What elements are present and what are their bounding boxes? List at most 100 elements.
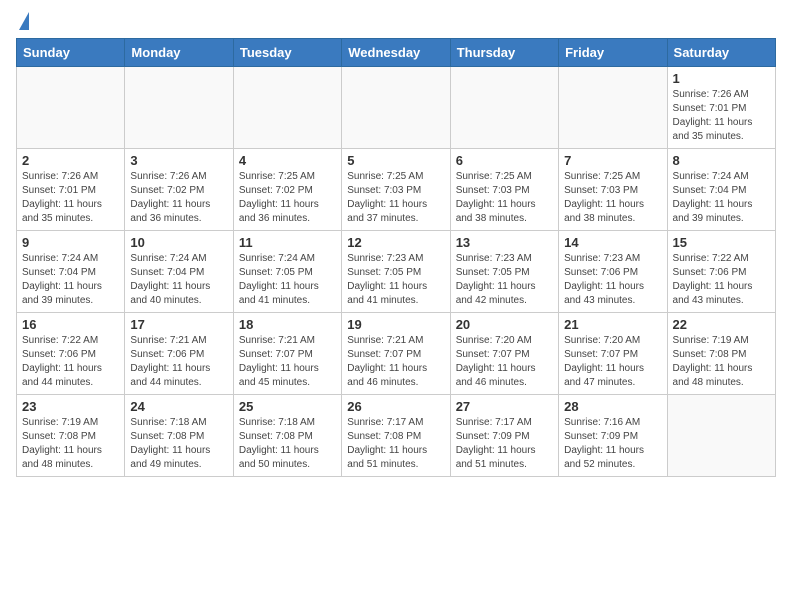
day-info: Sunrise: 7:19 AM Sunset: 7:08 PM Dayligh… [673, 334, 770, 390]
calendar-cell: 10 Sunrise: 7:24 AM Sunset: 7:04 PM Dayli… [125, 231, 233, 313]
calendar-cell: 14 Sunrise: 7:23 AM Sunset: 7:06 PM Dayli… [559, 231, 667, 313]
day-number: 23 [22, 399, 119, 414]
day-info: Sunrise: 7:24 AM Sunset: 7:05 PM Dayligh… [239, 252, 336, 308]
calendar-cell: 27 Sunrise: 7:17 AM Sunset: 7:09 PM Dayli… [450, 395, 558, 477]
day-info: Sunrise: 7:24 AM Sunset: 7:04 PM Dayligh… [673, 170, 770, 226]
day-number: 19 [347, 317, 444, 332]
day-number: 14 [564, 235, 661, 250]
day-number: 2 [22, 153, 119, 168]
day-number: 26 [347, 399, 444, 414]
day-info: Sunrise: 7:24 AM Sunset: 7:04 PM Dayligh… [22, 252, 119, 308]
calendar-cell: 1 Sunrise: 7:26 AM Sunset: 7:01 PM Daylig… [667, 67, 775, 149]
day-number: 24 [130, 399, 227, 414]
calendar-cell: 23 Sunrise: 7:19 AM Sunset: 7:08 PM Dayli… [17, 395, 125, 477]
day-number: 18 [239, 317, 336, 332]
day-info: Sunrise: 7:25 AM Sunset: 7:02 PM Dayligh… [239, 170, 336, 226]
calendar-cell [667, 395, 775, 477]
calendar-cell: 3 Sunrise: 7:26 AM Sunset: 7:02 PM Daylig… [125, 149, 233, 231]
day-number: 7 [564, 153, 661, 168]
day-number: 20 [456, 317, 553, 332]
day-info: Sunrise: 7:20 AM Sunset: 7:07 PM Dayligh… [564, 334, 661, 390]
calendar-cell [125, 67, 233, 149]
calendar-cell: 4 Sunrise: 7:25 AM Sunset: 7:02 PM Daylig… [233, 149, 341, 231]
calendar-header-sunday: Sunday [17, 39, 125, 67]
day-number: 3 [130, 153, 227, 168]
calendar-header-saturday: Saturday [667, 39, 775, 67]
calendar-cell: 12 Sunrise: 7:23 AM Sunset: 7:05 PM Dayli… [342, 231, 450, 313]
day-number: 11 [239, 235, 336, 250]
calendar-cell: 21 Sunrise: 7:20 AM Sunset: 7:07 PM Dayli… [559, 313, 667, 395]
day-number: 27 [456, 399, 553, 414]
page-header [16, 16, 776, 30]
logo-triangle-icon [19, 12, 29, 30]
day-info: Sunrise: 7:24 AM Sunset: 7:04 PM Dayligh… [130, 252, 227, 308]
day-number: 9 [22, 235, 119, 250]
day-number: 22 [673, 317, 770, 332]
calendar-cell: 28Sunrise: 7:16 AM Sunset: 7:09 PM Dayli… [559, 395, 667, 477]
calendar-week-row: 1 Sunrise: 7:26 AM Sunset: 7:01 PM Daylig… [17, 67, 776, 149]
calendar-header-wednesday: Wednesday [342, 39, 450, 67]
day-info: Sunrise: 7:23 AM Sunset: 7:05 PM Dayligh… [347, 252, 444, 308]
calendar-cell: 18Sunrise: 7:21 AM Sunset: 7:07 PM Dayli… [233, 313, 341, 395]
calendar-cell: 25 Sunrise: 7:18 AM Sunset: 7:08 PM Dayli… [233, 395, 341, 477]
calendar-cell: 26 Sunrise: 7:17 AM Sunset: 7:08 PM Dayli… [342, 395, 450, 477]
day-info: Sunrise: 7:23 AM Sunset: 7:05 PM Dayligh… [456, 252, 553, 308]
calendar-cell: 15 Sunrise: 7:22 AM Sunset: 7:06 PM Dayli… [667, 231, 775, 313]
day-info: Sunrise: 7:17 AM Sunset: 7:09 PM Dayligh… [456, 416, 553, 472]
day-number: 10 [130, 235, 227, 250]
day-number: 6 [456, 153, 553, 168]
day-info: Sunrise: 7:23 AM Sunset: 7:06 PM Dayligh… [564, 252, 661, 308]
calendar-cell: 5 Sunrise: 7:25 AM Sunset: 7:03 PM Daylig… [342, 149, 450, 231]
calendar-week-row: 16 Sunrise: 7:22 AM Sunset: 7:06 PM Dayli… [17, 313, 776, 395]
calendar-header-friday: Friday [559, 39, 667, 67]
day-info: Sunrise: 7:26 AM Sunset: 7:01 PM Dayligh… [673, 88, 770, 144]
day-info: Sunrise: 7:20 AM Sunset: 7:07 PM Dayligh… [456, 334, 553, 390]
day-info: Sunrise: 7:18 AM Sunset: 7:08 PM Dayligh… [239, 416, 336, 472]
calendar-cell: 17 Sunrise: 7:21 AM Sunset: 7:06 PM Dayli… [125, 313, 233, 395]
day-info: Sunrise: 7:26 AM Sunset: 7:02 PM Dayligh… [130, 170, 227, 226]
calendar-cell: 6 Sunrise: 7:25 AM Sunset: 7:03 PM Daylig… [450, 149, 558, 231]
calendar-header-monday: Monday [125, 39, 233, 67]
day-info: Sunrise: 7:25 AM Sunset: 7:03 PM Dayligh… [456, 170, 553, 226]
calendar-week-row: 23 Sunrise: 7:19 AM Sunset: 7:08 PM Dayli… [17, 395, 776, 477]
day-number: 13 [456, 235, 553, 250]
calendar-table: SundayMondayTuesdayWednesdayThursdayFrid… [16, 38, 776, 477]
day-info: Sunrise: 7:18 AM Sunset: 7:08 PM Dayligh… [130, 416, 227, 472]
calendar-week-row: 9 Sunrise: 7:24 AM Sunset: 7:04 PM Daylig… [17, 231, 776, 313]
day-number: 16 [22, 317, 119, 332]
calendar-cell: 19Sunrise: 7:21 AM Sunset: 7:07 PM Dayli… [342, 313, 450, 395]
day-number: 5 [347, 153, 444, 168]
day-info: Sunrise: 7:25 AM Sunset: 7:03 PM Dayligh… [347, 170, 444, 226]
calendar-cell: 20 Sunrise: 7:20 AM Sunset: 7:07 PM Dayli… [450, 313, 558, 395]
calendar-cell: 24 Sunrise: 7:18 AM Sunset: 7:08 PM Dayli… [125, 395, 233, 477]
day-number: 4 [239, 153, 336, 168]
day-info: Sunrise: 7:17 AM Sunset: 7:08 PM Dayligh… [347, 416, 444, 472]
day-number: 28 [564, 399, 661, 414]
day-info: Sunrise: 7:22 AM Sunset: 7:06 PM Dayligh… [673, 252, 770, 308]
calendar-cell: 13 Sunrise: 7:23 AM Sunset: 7:05 PM Dayli… [450, 231, 558, 313]
calendar-header-row: SundayMondayTuesdayWednesdayThursdayFrid… [17, 39, 776, 67]
calendar-cell [450, 67, 558, 149]
day-number: 1 [673, 71, 770, 86]
day-info: Sunrise: 7:25 AM Sunset: 7:03 PM Dayligh… [564, 170, 661, 226]
day-info: Sunrise: 7:22 AM Sunset: 7:06 PM Dayligh… [22, 334, 119, 390]
day-info: Sunrise: 7:21 AM Sunset: 7:06 PM Dayligh… [130, 334, 227, 390]
calendar-cell [342, 67, 450, 149]
calendar-cell: 16 Sunrise: 7:22 AM Sunset: 7:06 PM Dayli… [17, 313, 125, 395]
calendar-cell [559, 67, 667, 149]
day-number: 15 [673, 235, 770, 250]
calendar-header-tuesday: Tuesday [233, 39, 341, 67]
day-info: Sunrise: 7:19 AM Sunset: 7:08 PM Dayligh… [22, 416, 119, 472]
calendar-cell: 8 Sunrise: 7:24 AM Sunset: 7:04 PM Daylig… [667, 149, 775, 231]
day-number: 21 [564, 317, 661, 332]
calendar-cell [17, 67, 125, 149]
calendar-week-row: 2Sunrise: 7:26 AM Sunset: 7:01 PM Daylig… [17, 149, 776, 231]
day-number: 8 [673, 153, 770, 168]
calendar-cell [233, 67, 341, 149]
logo [16, 16, 29, 30]
day-number: 25 [239, 399, 336, 414]
calendar-cell: 11 Sunrise: 7:24 AM Sunset: 7:05 PM Dayli… [233, 231, 341, 313]
day-number: 17 [130, 317, 227, 332]
day-number: 12 [347, 235, 444, 250]
calendar-cell: 22 Sunrise: 7:19 AM Sunset: 7:08 PM Dayli… [667, 313, 775, 395]
